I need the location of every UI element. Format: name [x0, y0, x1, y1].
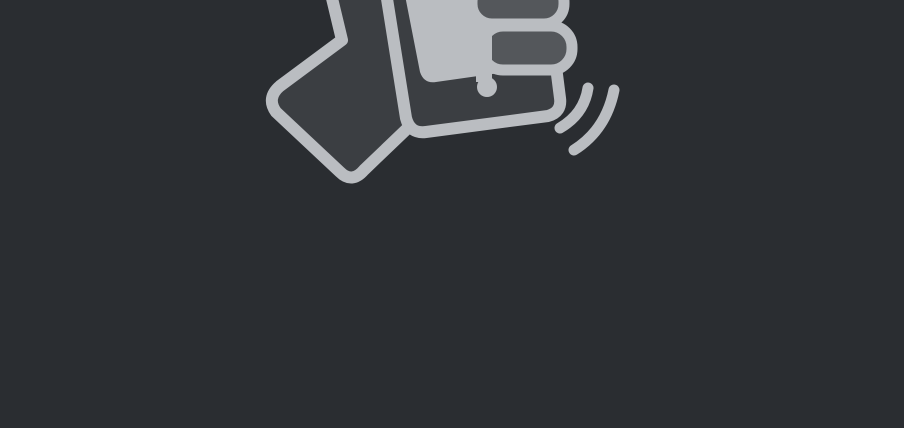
hand-shaking-phone-icon [265, 0, 620, 184]
shake-gesture-screen [0, 0, 904, 428]
shake-motion-lines [554, 82, 620, 156]
